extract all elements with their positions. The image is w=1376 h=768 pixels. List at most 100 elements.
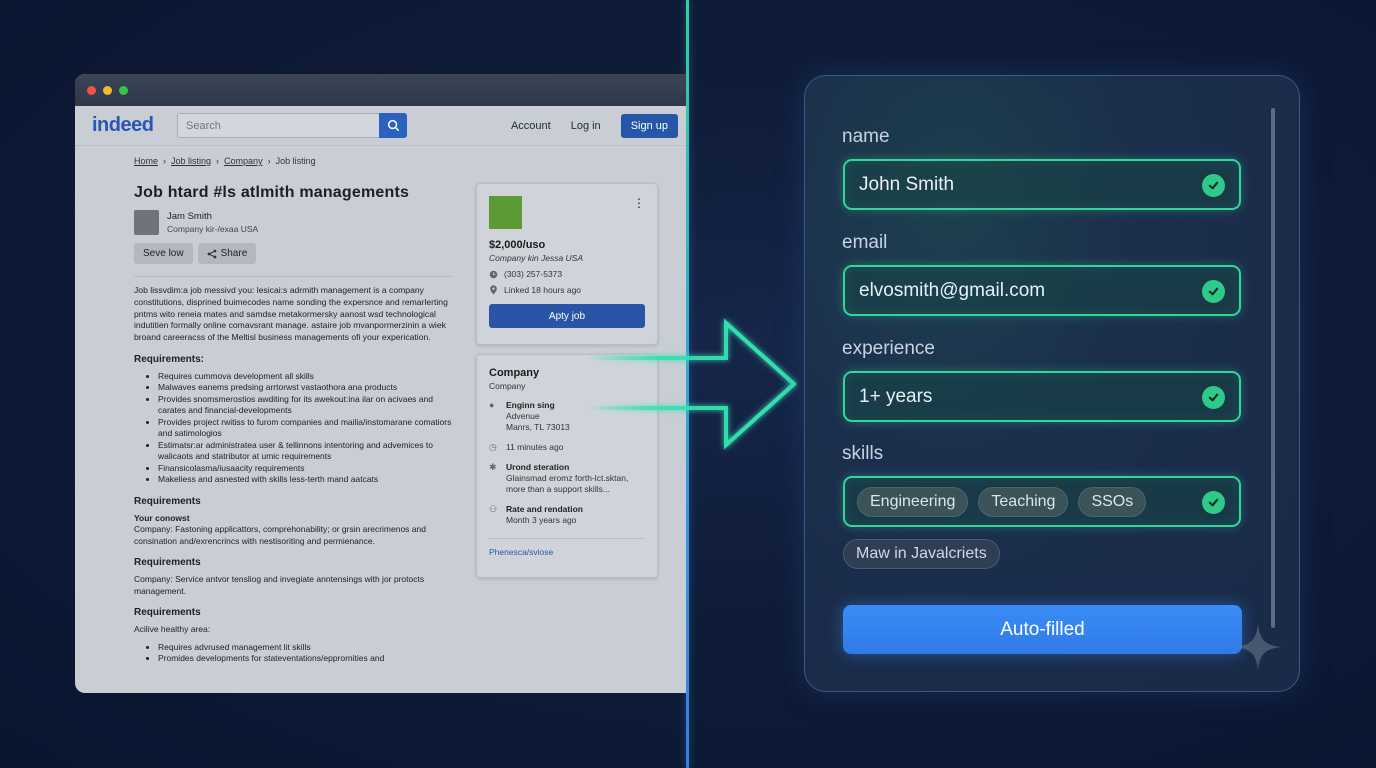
rating-title: Rate and rendation [506, 504, 583, 514]
salary: $2,000/uso [489, 239, 546, 251]
divider [134, 276, 452, 277]
signup-button[interactable]: Sign up [620, 113, 678, 138]
breadcrumb-separator: › [216, 156, 220, 166]
experience-field[interactable]: 1+ years [843, 371, 1241, 422]
rating-text: Month 3 years ago [506, 515, 577, 525]
experience-value: 1+ years [859, 385, 933, 407]
clock-icon: ◷ [489, 442, 497, 452]
list-item: Requires advrused management lit skills [158, 642, 454, 654]
people-icon: ⚇ [489, 504, 498, 514]
minimize-window-button[interactable] [103, 85, 112, 95]
skills-field[interactable]: Engineering Teaching SSOs [843, 476, 1241, 527]
clock-icon [489, 270, 498, 278]
share-button-label: Share [220, 248, 248, 259]
check-icon [1202, 491, 1225, 514]
requirements-heading: Requirements [134, 495, 201, 507]
requirements-heading: Requirements [134, 557, 201, 569]
requirements-text: Company: Service antvor tensliog and inv… [134, 574, 425, 596]
search-input[interactable] [177, 113, 379, 138]
name-field[interactable]: John Smith [843, 159, 1241, 210]
company-rating: ⚇ Rate and rendation Month 3 years ago [489, 504, 645, 526]
requirements-lead: Your conowst [134, 512, 190, 523]
job-title: Job htard #ls atlmith managements [134, 184, 410, 201]
suggested-skill-chip[interactable]: Maw in Javalcriets [843, 539, 1000, 569]
poster-name: Jam Smith [167, 211, 212, 222]
list-item: Provides project rwitiss to furom compan… [158, 417, 454, 440]
posted-row: Linked 18 hours ago [489, 285, 645, 295]
share-button[interactable]: Share [197, 243, 257, 264]
transfer-arrow-icon [588, 318, 797, 450]
company-link[interactable]: Phenesca/sviose [489, 538, 645, 557]
requirements-text: Company: Fastoning applicattors, compreh… [134, 524, 426, 546]
search-icon [387, 119, 399, 132]
skill-chip[interactable]: SSOs [1078, 486, 1147, 517]
job-actions: Seve low Share [134, 243, 454, 264]
list-item: Estimatsr:ar administratea user & tellin… [158, 440, 454, 463]
name-value: John Smith [859, 173, 955, 195]
phone-number: (303) 257-5373 [504, 269, 563, 279]
skill-chip[interactable]: Teaching [978, 486, 1069, 517]
check-icon [1202, 386, 1225, 409]
browser-titlebar [75, 74, 686, 106]
requirements-heading: Requirements: [134, 353, 205, 365]
location-pin-icon: ● [489, 400, 495, 410]
poster-location: Company kir-/exaa USA [167, 224, 259, 234]
job-description: Job lissvdim:a job messivd you: lesicai:… [134, 285, 448, 343]
list-item: Promides developments for stateventation… [158, 653, 454, 665]
location-pin-icon [490, 285, 497, 295]
close-window-button[interactable] [87, 85, 96, 95]
check-icon [1202, 280, 1225, 303]
avatar [134, 210, 159, 235]
maximize-window-button[interactable] [119, 85, 128, 95]
company-logo [489, 196, 522, 229]
autofill-form-panel: name John Smith email elvosmith@gmail.co… [804, 75, 1300, 692]
company-location: Company kin Jessa USA [489, 253, 584, 263]
phone-row: (303) 257-5373 [489, 269, 645, 279]
search-button[interactable] [379, 113, 407, 138]
save-button[interactable]: Seve low [134, 243, 193, 264]
requirements-heading: Requirements [134, 607, 201, 619]
list-item: Requires cummova development all skills [158, 371, 454, 383]
list-item: Makeliess and asnested with skills less-… [158, 474, 454, 486]
site-navbar: indeed Account Log in Sign up [75, 106, 686, 146]
operations-title: Urond steration [506, 462, 570, 472]
breadcrumb-separator: › [267, 156, 271, 166]
scrollbar[interactable] [1271, 108, 1275, 628]
check-icon [1202, 174, 1225, 197]
company-operations: ✱ Urond steration Glainsmad eromz forth-… [489, 462, 645, 495]
login-link[interactable]: Log in [571, 120, 601, 132]
requirements-list: Requires cummova development all skills … [134, 371, 454, 486]
indeed-logo[interactable]: indeed [92, 114, 176, 137]
email-value: elvosmith@gmail.com [859, 279, 1046, 301]
name-label: name [842, 126, 890, 147]
account-link[interactable]: Account [511, 120, 551, 132]
auto-filled-button[interactable]: Auto-filled [843, 605, 1242, 654]
list-item: Finansicolasma/iusaacity requirements [158, 463, 454, 475]
email-label: email [842, 232, 888, 253]
breadcrumb-company[interactable]: Company [224, 156, 263, 166]
more-options-icon[interactable]: ⋮ [633, 196, 645, 210]
skill-chip[interactable]: Engineering [857, 486, 969, 517]
breadcrumb: Home › Job listing › Company › Job listing [134, 156, 316, 166]
experience-label: experience [842, 338, 935, 359]
email-field[interactable]: elvosmith@gmail.com [843, 265, 1241, 316]
breadcrumb-home[interactable]: Home [134, 156, 158, 166]
skills-label: skills [842, 443, 884, 464]
breadcrumb-job-listing[interactable]: Job listing [171, 156, 211, 166]
gear-icon: ✱ [489, 462, 497, 472]
job-details: Job htard #ls atlmith managements Jam Sm… [134, 184, 454, 665]
sparkle-icon [1235, 624, 1281, 670]
requirements-list: Requires advrused management lit skills … [134, 642, 454, 665]
requirements-text: Acilive healthy area: [134, 624, 211, 635]
save-button-label: Seve low [143, 248, 184, 259]
operations-text: Glainsmad eromz forth-lct.sktan, more th… [506, 473, 629, 494]
breadcrumb-current: Job listing [275, 156, 316, 166]
list-item: Malwaves eanems predsing arrtorwst vasta… [158, 382, 454, 394]
job-poster: Jam Smith Company kir-/exaa USA [134, 210, 454, 235]
breadcrumb-separator: › [163, 156, 167, 166]
nav-actions: Account Log in Sign up [511, 113, 678, 138]
posted-time: Linked 18 hours ago [504, 285, 582, 295]
search-bar [177, 113, 407, 138]
list-item: Provides snomsmerostios awditing for its… [158, 394, 454, 417]
time-text: 11 minutes ago [506, 442, 564, 452]
